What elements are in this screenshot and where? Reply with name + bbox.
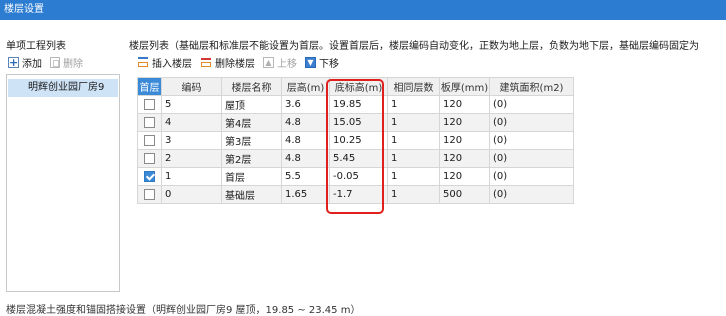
height-cell[interactable]: 4.8 bbox=[281, 131, 330, 150]
name-cell[interactable]: 屋顶 bbox=[221, 95, 282, 114]
header-first-floor[interactable]: 首层 bbox=[137, 77, 162, 96]
height-cell[interactable]: 3.6 bbox=[281, 95, 330, 114]
height-cell[interactable]: 5.5 bbox=[281, 167, 330, 186]
header-code[interactable]: 编码 bbox=[161, 77, 222, 96]
first-floor-checkbox[interactable] bbox=[144, 134, 155, 146]
slab-cell[interactable]: 120 bbox=[439, 131, 490, 150]
window-title: 楼层设置 bbox=[0, 0, 726, 20]
table-header-row: 首层 编码 楼层名称 层高(m) 底标高(m) 相同层数 板厚(mm) 建筑面积… bbox=[137, 77, 574, 96]
same-count-cell[interactable]: 1 bbox=[387, 95, 440, 114]
height-cell[interactable]: 4.8 bbox=[281, 113, 330, 132]
floor-table: 首层 编码 楼层名称 层高(m) 底标高(m) 相同层数 板厚(mm) 建筑面积… bbox=[137, 77, 574, 204]
code-cell[interactable]: 2 bbox=[161, 149, 222, 168]
same-count-cell[interactable]: 1 bbox=[387, 131, 440, 150]
move-up-button[interactable]: ▲ 上移 bbox=[263, 55, 297, 70]
header-slab-thickness[interactable]: 板厚(mm) bbox=[439, 77, 490, 96]
same-count-cell[interactable]: 1 bbox=[387, 149, 440, 168]
table-row[interactable]: 1 首层 5.5 -0.05 1 120 (0) bbox=[137, 167, 574, 186]
concrete-settings-title: 楼层混凝土强度和锚固搭接设置（明辉创业园厂房9 屋顶，19.85 ~ 23.45… bbox=[6, 305, 361, 316]
bottom-elevation-cell[interactable]: 19.85 bbox=[329, 95, 388, 114]
bottom-elevation-cell[interactable]: 10.25 bbox=[329, 131, 388, 150]
name-cell[interactable]: 基础层 bbox=[221, 185, 282, 204]
insert-floor-icon bbox=[137, 56, 149, 68]
delete-project-button[interactable]: 删除 bbox=[50, 55, 83, 70]
area-cell[interactable]: (0) bbox=[489, 149, 574, 168]
height-cell[interactable]: 1.65 bbox=[281, 185, 330, 204]
header-bottom-elevation[interactable]: 底标高(m) bbox=[329, 77, 388, 96]
floor-toolbar: 插入楼层 删除楼层 ▲ 上移 ▼ 下移 bbox=[137, 53, 347, 71]
first-floor-cell bbox=[137, 113, 162, 132]
first-floor-checkbox[interactable] bbox=[144, 98, 155, 110]
bottom-elevation-cell[interactable]: -1.7 bbox=[329, 185, 388, 204]
delete-icon bbox=[50, 56, 60, 68]
slab-cell[interactable]: 120 bbox=[439, 149, 490, 168]
height-cell[interactable]: 4.8 bbox=[281, 149, 330, 168]
header-same-count[interactable]: 相同层数 bbox=[387, 77, 440, 96]
table-row[interactable]: 5 屋顶 3.6 19.85 1 120 (0) bbox=[137, 95, 574, 114]
same-count-cell[interactable]: 1 bbox=[387, 185, 440, 204]
first-floor-checkbox-checked[interactable] bbox=[144, 170, 155, 182]
insert-floor-label: 插入楼层 bbox=[152, 58, 192, 70]
code-cell[interactable]: 4 bbox=[161, 113, 222, 132]
bottom-elevation-cell[interactable]: -0.05 bbox=[329, 167, 388, 186]
name-cell[interactable]: 第2层 bbox=[221, 149, 282, 168]
slab-cell[interactable]: 120 bbox=[439, 113, 490, 132]
table-row[interactable]: 3 第3层 4.8 10.25 1 120 (0) bbox=[137, 131, 574, 150]
code-cell[interactable]: 5 bbox=[161, 95, 222, 114]
same-count-cell[interactable]: 1 bbox=[387, 113, 440, 132]
code-cell[interactable]: 0 bbox=[161, 185, 222, 204]
first-floor-cell bbox=[137, 131, 162, 150]
first-floor-checkbox[interactable] bbox=[144, 116, 155, 128]
project-toolbar: + 添加 删除 bbox=[8, 53, 91, 71]
slab-cell[interactable]: 120 bbox=[439, 95, 490, 114]
table-row[interactable]: 4 第4层 4.8 15.05 1 120 (0) bbox=[137, 113, 574, 132]
add-label: 添加 bbox=[22, 58, 42, 70]
table-row[interactable]: 0 基础层 1.65 -1.7 1 500 (0) bbox=[137, 185, 574, 204]
add-project-button[interactable]: + 添加 bbox=[8, 55, 42, 70]
first-floor-cell bbox=[137, 95, 162, 114]
arrow-up-icon: ▲ bbox=[263, 56, 274, 68]
first-floor-checkbox[interactable] bbox=[144, 188, 155, 200]
bottom-elevation-cell[interactable]: 15.05 bbox=[329, 113, 388, 132]
area-cell[interactable]: (0) bbox=[489, 113, 574, 132]
project-list: 明辉创业园厂房9 bbox=[6, 74, 120, 292]
first-floor-cell bbox=[137, 149, 162, 168]
header-height[interactable]: 层高(m) bbox=[281, 77, 330, 96]
remove-floor-icon bbox=[200, 56, 212, 68]
move-down-label: 下移 bbox=[319, 58, 339, 70]
remove-floor-label: 删除楼层 bbox=[215, 58, 255, 70]
move-down-button[interactable]: ▼ 下移 bbox=[305, 55, 339, 70]
insert-floor-button[interactable]: 插入楼层 bbox=[137, 55, 192, 70]
area-cell[interactable]: (0) bbox=[489, 167, 574, 186]
delete-label: 删除 bbox=[63, 58, 83, 70]
move-up-label: 上移 bbox=[277, 58, 297, 70]
area-cell[interactable]: (0) bbox=[489, 95, 574, 114]
first-floor-checkbox[interactable] bbox=[144, 152, 155, 164]
name-cell[interactable]: 第3层 bbox=[221, 131, 282, 150]
floor-list-title: 楼层列表（基础层和标准层不能设置为首层。设置首层后，楼层编码自动变化，正数为地上… bbox=[129, 41, 699, 52]
header-area[interactable]: 建筑面积(m2) bbox=[489, 77, 574, 96]
header-name[interactable]: 楼层名称 bbox=[221, 77, 282, 96]
plus-icon: + bbox=[8, 55, 19, 69]
project-list-item[interactable]: 明辉创业园厂房9 bbox=[8, 79, 118, 97]
first-floor-cell bbox=[137, 167, 162, 186]
same-count-cell[interactable]: 1 bbox=[387, 167, 440, 186]
area-cell[interactable]: (0) bbox=[489, 185, 574, 204]
table-row[interactable]: 2 第2层 4.8 5.45 1 120 (0) bbox=[137, 149, 574, 168]
code-cell[interactable]: 1 bbox=[161, 167, 222, 186]
remove-floor-button[interactable]: 删除楼层 bbox=[200, 55, 255, 70]
area-cell[interactable]: (0) bbox=[489, 131, 574, 150]
bottom-elevation-cell[interactable]: 5.45 bbox=[329, 149, 388, 168]
first-floor-cell bbox=[137, 185, 162, 204]
arrow-down-icon: ▼ bbox=[305, 56, 316, 68]
code-cell[interactable]: 3 bbox=[161, 131, 222, 150]
slab-cell[interactable]: 120 bbox=[439, 167, 490, 186]
slab-cell[interactable]: 500 bbox=[439, 185, 490, 204]
name-cell[interactable]: 首层 bbox=[221, 167, 282, 186]
name-cell[interactable]: 第4层 bbox=[221, 113, 282, 132]
project-list-title: 单项工程列表 bbox=[6, 41, 66, 52]
